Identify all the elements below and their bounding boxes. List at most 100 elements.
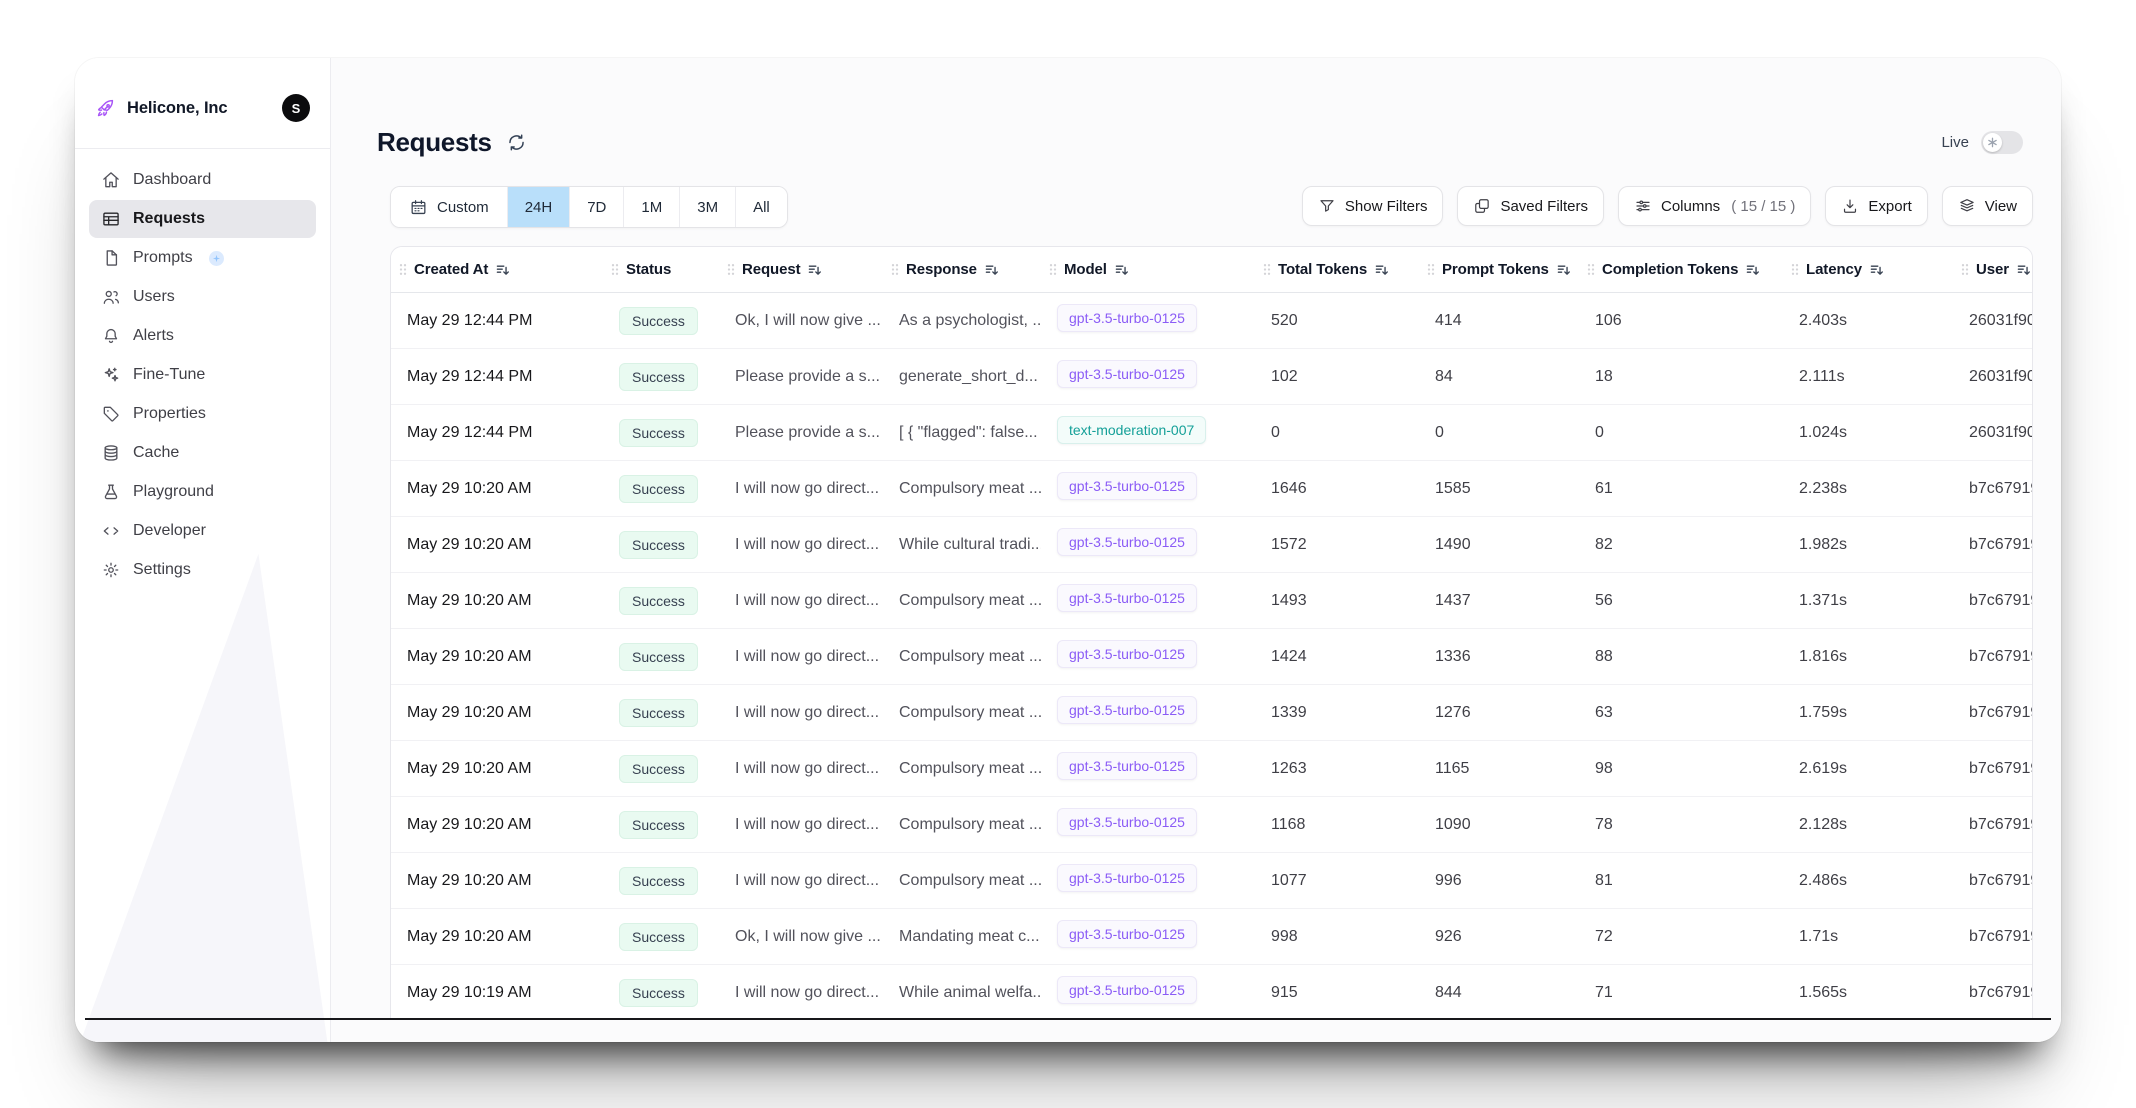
live-toggle[interactable] [1981, 131, 2023, 154]
view-button[interactable]: View [1942, 186, 2033, 226]
column-header[interactable]: Request [719, 261, 883, 278]
sidebar-item-requests[interactable]: Requests [89, 200, 316, 238]
sort-icon[interactable] [1869, 262, 1885, 278]
cell-latency: 1.982s [1783, 536, 1953, 554]
refresh-button[interactable] [506, 132, 527, 153]
table-row[interactable]: May 29 10:20 AM Success I will now go di… [391, 853, 2032, 909]
cell-user: 26031f90-68 [1953, 312, 2032, 330]
drag-handle-icon[interactable] [1961, 263, 1969, 276]
drag-handle-icon[interactable] [399, 263, 407, 276]
drag-handle-icon[interactable] [1791, 263, 1799, 276]
sort-icon[interactable] [1374, 262, 1390, 278]
cell-user: b7c67919-35 [1953, 704, 2032, 722]
cell-latency: 2.111s [1783, 368, 1953, 386]
column-header[interactable]: Model [1041, 261, 1255, 278]
cell-total-tokens: 102 [1255, 368, 1419, 386]
table-row[interactable]: May 29 12:44 PM Success Please provide a… [391, 405, 2032, 461]
home-icon [101, 170, 121, 190]
drag-handle-icon[interactable] [611, 263, 619, 276]
model-badge: gpt-3.5-turbo-0125 [1057, 752, 1197, 780]
sidebar-item-cache[interactable]: Cache [89, 434, 316, 472]
sort-icon[interactable] [1114, 262, 1130, 278]
cell-prompt-tokens: 0 [1419, 424, 1579, 442]
sort-icon[interactable] [1745, 262, 1761, 278]
sort-icon[interactable] [984, 262, 1000, 278]
time-7d-button[interactable]: 7D [569, 187, 623, 227]
cell-response: [ { "flagged": false... [883, 424, 1041, 442]
sidebar-item-users[interactable]: Users [89, 278, 316, 316]
status-badge: Success [619, 307, 698, 335]
filters-row: Custom 24H 7D 1M 3M All Show Filters Sav… [390, 186, 2033, 228]
time-3m-button[interactable]: 3M [679, 187, 735, 227]
table-row[interactable]: May 29 10:20 AM Success Ok, I will now g… [391, 909, 2032, 965]
sidebar-item-developer[interactable]: Developer [89, 512, 316, 550]
column-header[interactable]: Response [883, 261, 1041, 278]
sort-icon[interactable] [807, 262, 823, 278]
sidebar-item-alerts[interactable]: Alerts [89, 317, 316, 355]
sidebar-item-properties[interactable]: Properties [89, 395, 316, 433]
table-row[interactable]: May 29 10:20 AM Success I will now go di… [391, 629, 2032, 685]
model-badge: gpt-3.5-turbo-0125 [1057, 584, 1197, 612]
drag-handle-icon[interactable] [1263, 263, 1271, 276]
cell-request: I will now go direct... [719, 648, 883, 666]
cell-request: I will now go direct... [719, 536, 883, 554]
column-header[interactable]: Total Tokens [1255, 261, 1419, 278]
cell-request: Please provide a s... [719, 368, 883, 386]
table-row[interactable]: May 29 10:20 AM Success I will now go di… [391, 741, 2032, 797]
time-1m-button[interactable]: 1M [623, 187, 679, 227]
columns-button[interactable]: Columns ( 15 / 15 ) [1618, 186, 1811, 226]
cell-status: Success [603, 643, 719, 671]
sliders-icon [1634, 197, 1652, 215]
table-row[interactable]: May 29 12:44 PM Success Please provide a… [391, 349, 2032, 405]
column-header[interactable]: Prompt Tokens [1419, 261, 1579, 278]
table-row[interactable]: May 29 10:20 AM Success I will now go di… [391, 517, 2032, 573]
export-button[interactable]: Export [1825, 186, 1927, 226]
live-toggle-knob [1983, 133, 2002, 152]
table-row[interactable]: May 29 10:20 AM Success I will now go di… [391, 797, 2032, 853]
model-badge: gpt-3.5-turbo-0125 [1057, 976, 1197, 1004]
column-header[interactable]: Completion Tokens [1579, 261, 1783, 278]
sidebar-item-prompts[interactable]: Prompts [89, 239, 316, 277]
sort-icon[interactable] [495, 262, 511, 278]
time-24h-button[interactable]: 24H [507, 187, 570, 227]
status-badge: Success [619, 419, 698, 447]
time-custom-button[interactable]: Custom [391, 187, 507, 227]
cell-created-at: May 29 10:20 AM [391, 480, 603, 498]
sort-icon[interactable] [1556, 262, 1572, 278]
saved-filters-button[interactable]: Saved Filters [1457, 186, 1604, 226]
cell-latency: 2.238s [1783, 480, 1953, 498]
table-row[interactable]: May 29 10:20 AM Success I will now go di… [391, 573, 2032, 629]
cell-request: Ok, I will now give ... [719, 928, 883, 946]
cell-latency: 1.71s [1783, 928, 1953, 946]
sort-icon[interactable] [2016, 262, 2032, 278]
cell-completion-tokens: 56 [1579, 592, 1783, 610]
sidebar-item-dashboard[interactable]: Dashboard [89, 161, 316, 199]
cell-completion-tokens: 78 [1579, 816, 1783, 834]
table-row[interactable]: May 29 12:44 PM Success Ok, I will now g… [391, 293, 2032, 349]
sidebar-item-label: Requests [133, 210, 205, 228]
sidebar-item-playground[interactable]: Playground [89, 473, 316, 511]
column-header[interactable]: Latency [1783, 261, 1953, 278]
table-row[interactable]: May 29 10:20 AM Success I will now go di… [391, 685, 2032, 741]
cell-created-at: May 29 10:20 AM [391, 592, 603, 610]
avatar[interactable]: S [282, 94, 310, 122]
drag-handle-icon[interactable] [1049, 263, 1057, 276]
column-header[interactable]: Status [603, 261, 719, 278]
drag-handle-icon[interactable] [1587, 263, 1595, 276]
drag-handle-icon[interactable] [891, 263, 899, 276]
table-row[interactable]: May 29 10:20 AM Success I will now go di… [391, 461, 2032, 517]
column-header[interactable]: User [1953, 261, 2032, 278]
sidebar-item-fine-tune[interactable]: Fine-Tune [89, 356, 316, 394]
show-filters-button[interactable]: Show Filters [1302, 186, 1444, 226]
model-badge: gpt-3.5-turbo-0125 [1057, 472, 1197, 500]
drag-handle-icon[interactable] [727, 263, 735, 276]
columns-label: Columns [1661, 198, 1720, 215]
columns-count: ( 15 / 15 ) [1731, 198, 1795, 215]
cell-created-at: May 29 10:19 AM [391, 984, 603, 1002]
table-row[interactable]: May 29 10:19 AM Success I will now go di… [391, 965, 2032, 1020]
drag-handle-icon[interactable] [1427, 263, 1435, 276]
sidebar-item-settings[interactable]: Settings [89, 551, 316, 589]
time-all-button[interactable]: All [735, 187, 787, 227]
document-icon [101, 248, 121, 268]
column-header[interactable]: Created At [391, 261, 603, 278]
